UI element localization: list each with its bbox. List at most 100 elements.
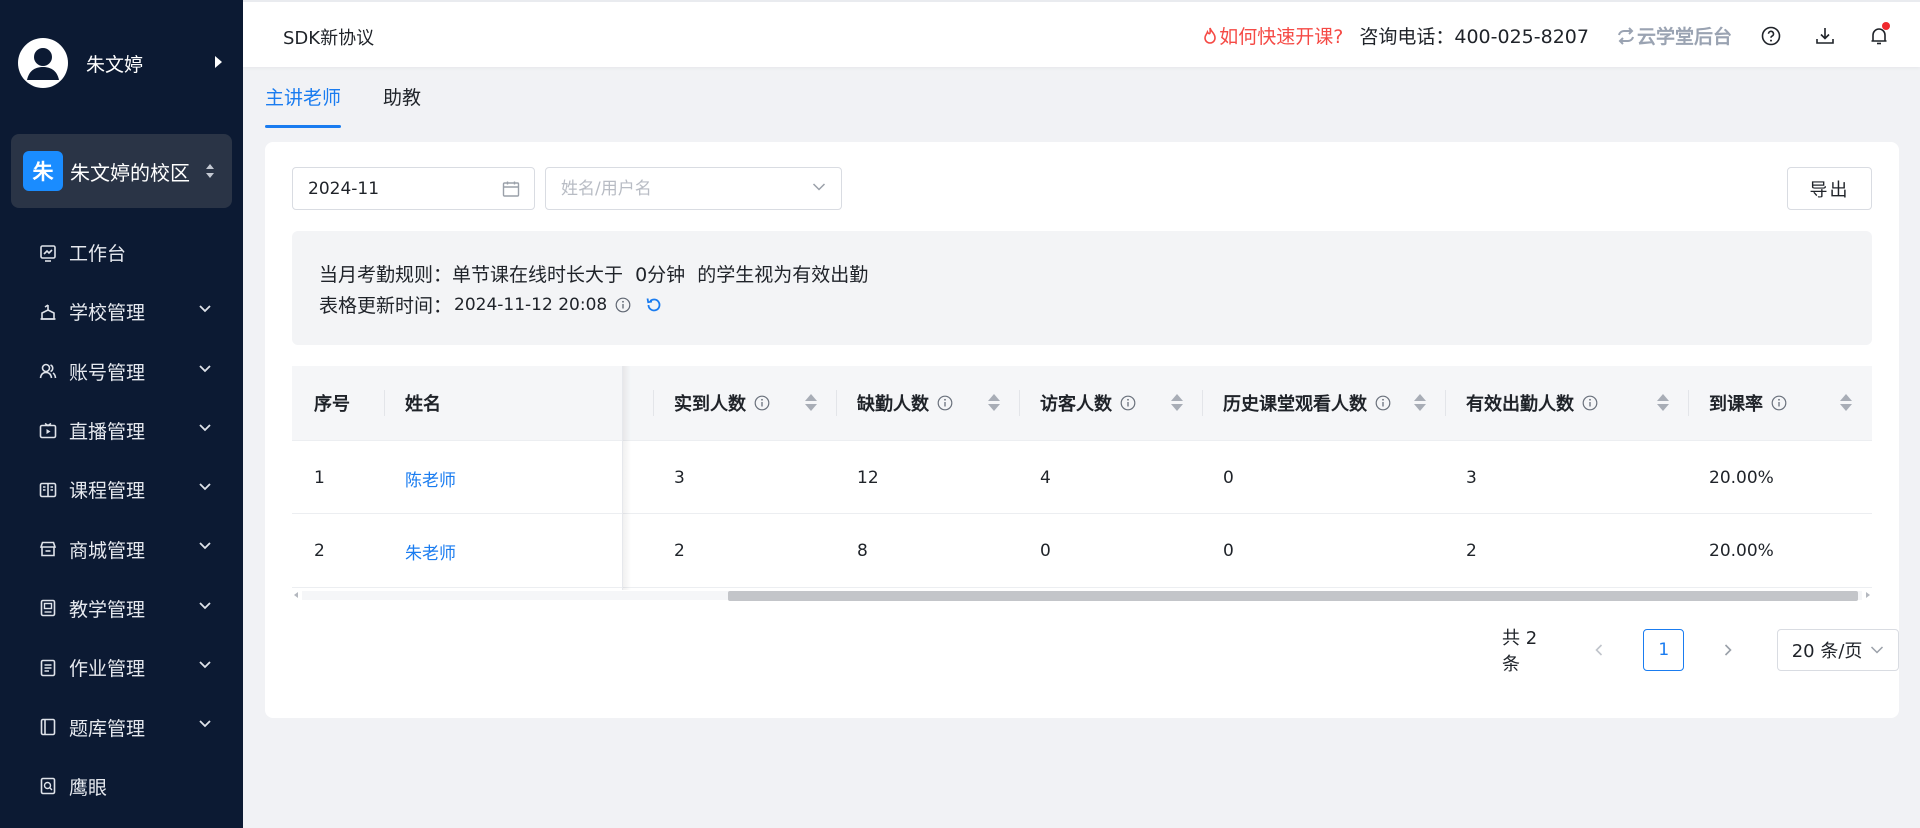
brand-backend-link[interactable]: 云学堂后台 (1615, 22, 1732, 49)
col-name: 姓名 (405, 394, 441, 415)
help-button[interactable] (1744, 16, 1798, 56)
chevron-down-icon (199, 305, 211, 313)
cell-attended: 3 (674, 468, 685, 488)
sidebar-item-courses[interactable]: 课程管理 (0, 460, 243, 519)
sidebar-item-live[interactable]: 直播管理 (0, 401, 243, 460)
month-picker[interactable]: 2024-11 (292, 167, 535, 210)
sidebar-item-label: 作业管理 (69, 658, 146, 681)
sort-attended[interactable] (805, 394, 817, 411)
sort-visitors[interactable] (1171, 394, 1183, 411)
chevron-down-icon (812, 183, 826, 191)
book-open-icon (39, 481, 57, 499)
update-time-label: 表格更新时间： (319, 295, 453, 317)
scroll-left-arrow-icon[interactable] (294, 592, 298, 598)
campus-badge: 朱 (23, 151, 63, 191)
page-title: SDK新协议 (283, 28, 375, 49)
teaching-icon (39, 599, 57, 617)
sidebar-item-shop[interactable]: 商城管理 (0, 519, 243, 578)
info-icon[interactable] (1582, 395, 1598, 411)
sidebar-item-accounts[interactable]: 账号管理 (0, 342, 243, 401)
sidebar-menu: 工作台 学校管理 账号管理 直播管理 课程管理 商城管理 教学管理 作业管理 题… (0, 223, 243, 816)
sort-attendance-rate[interactable] (1840, 394, 1852, 411)
page-number-current[interactable]: 1 (1643, 629, 1685, 671)
cell-attended: 2 (674, 541, 685, 561)
col-attendance-rate-label: 到课率 (1709, 394, 1763, 415)
chart-board-icon (39, 244, 57, 262)
cell-valid-attendance: 3 (1466, 468, 1477, 488)
sidebar-item-label: 工作台 (69, 243, 127, 266)
table-row: 2 朱老师 2 8 0 0 2 20.00% (292, 514, 1872, 588)
notifications-button[interactable] (1852, 16, 1906, 56)
question-bank-icon (39, 718, 57, 736)
sidebar-item-school[interactable]: 学校管理 (0, 282, 243, 341)
calendar-icon (502, 181, 520, 197)
info-icon[interactable] (1771, 395, 1787, 411)
sidebar-item-eagle-eye[interactable]: 鹰眼 (0, 757, 243, 816)
tab-lead-teacher[interactable]: 主讲老师 (265, 82, 342, 128)
cell-attendance-rate: 20.00% (1709, 541, 1774, 561)
flame-icon (1204, 27, 1217, 44)
sidebar-item-teaching[interactable]: 教学管理 (0, 579, 243, 638)
info-icon[interactable] (937, 395, 953, 411)
page-size-value: 20 条/页 (1791, 641, 1863, 662)
cell-index: 2 (314, 541, 325, 561)
name-search-input[interactable] (546, 168, 796, 209)
pagination: 共 2 条 1 20 条/页 (1502, 628, 1899, 675)
chevron-down-icon (199, 483, 211, 491)
header-actions: 如何快速开课? 咨询电话：400-025-8207 云学堂后台 (1201, 2, 1920, 69)
cell-valid-attendance: 2 (1466, 541, 1477, 561)
teacher-name-link[interactable]: 朱老师 (405, 514, 456, 588)
chevron-down-icon (199, 661, 211, 669)
switch-arrows-icon (1618, 26, 1634, 45)
sidebar-item-homework[interactable]: 作业管理 (0, 638, 243, 697)
sort-updown-icon (206, 164, 214, 178)
sidebar-item-workbench[interactable]: 工作台 (0, 223, 243, 282)
caret-right-icon (215, 56, 222, 68)
name-filter-select[interactable] (545, 167, 842, 210)
scrollbar-thumb[interactable] (728, 591, 1858, 601)
eagle-eye-icon (39, 777, 57, 795)
teacher-name-link[interactable]: 陈老师 (405, 441, 456, 515)
info-icon[interactable] (754, 395, 770, 411)
col-visitors: 访客人数 (1040, 366, 1136, 440)
sort-history-viewers[interactable] (1414, 394, 1426, 411)
page-size-select[interactable]: 20 条/页 (1776, 629, 1899, 671)
cell-absent: 12 (857, 468, 879, 488)
download-button[interactable] (1798, 16, 1852, 56)
next-page-button[interactable] (1708, 629, 1749, 671)
table-header: 序号 姓名 实到人数 缺勤人数 访客人数 历史课堂观看人数 有效出勤人数 到课率 (292, 366, 1872, 440)
avatar (18, 38, 68, 88)
user-avatar-icon (27, 48, 59, 80)
update-time-row: 表格更新时间： 2024-11-12 20:08 (319, 291, 663, 318)
refresh-button[interactable] (645, 296, 663, 314)
col-index: 序号 (314, 394, 350, 415)
chevron-down-icon (199, 602, 211, 610)
school-icon (39, 303, 57, 321)
users-icon (39, 362, 57, 380)
sort-valid-attendance[interactable] (1657, 394, 1669, 411)
campus-name: 朱文婷的校区 (70, 160, 190, 185)
prev-page-button[interactable] (1579, 629, 1620, 671)
col-attended: 实到人数 (674, 366, 770, 440)
info-icon[interactable] (1120, 395, 1136, 411)
sidebar-item-label: 课程管理 (69, 480, 146, 503)
campus-switcher[interactable]: 朱 朱文婷的校区 (11, 134, 232, 208)
quick-start-link[interactable]: 如何快速开课? (1201, 22, 1343, 49)
sidebar-item-question-bank[interactable]: 题库管理 (0, 697, 243, 756)
export-button[interactable]: 导出 (1787, 167, 1872, 210)
help-circle-icon (1761, 26, 1781, 45)
table-horizontal-scrollbar[interactable] (292, 588, 1872, 602)
chevron-down-icon (199, 364, 211, 372)
user-name: 朱文婷 (86, 53, 144, 76)
user-profile[interactable]: 朱文婷 (18, 38, 228, 88)
table-row: 1 陈老师 3 12 4 0 3 20.00% (292, 440, 1872, 514)
chevron-down-icon (199, 720, 211, 728)
chevron-right-icon (1725, 644, 1733, 656)
scroll-right-arrow-icon[interactable] (1866, 592, 1870, 598)
info-icon[interactable] (615, 297, 631, 313)
cell-attendance-rate: 20.00% (1709, 468, 1774, 488)
sort-absent[interactable] (988, 394, 1000, 411)
info-icon[interactable] (1375, 395, 1391, 411)
tab-assistant[interactable]: 助教 (383, 82, 421, 128)
col-valid-attendance: 有效出勤人数 (1466, 366, 1598, 440)
